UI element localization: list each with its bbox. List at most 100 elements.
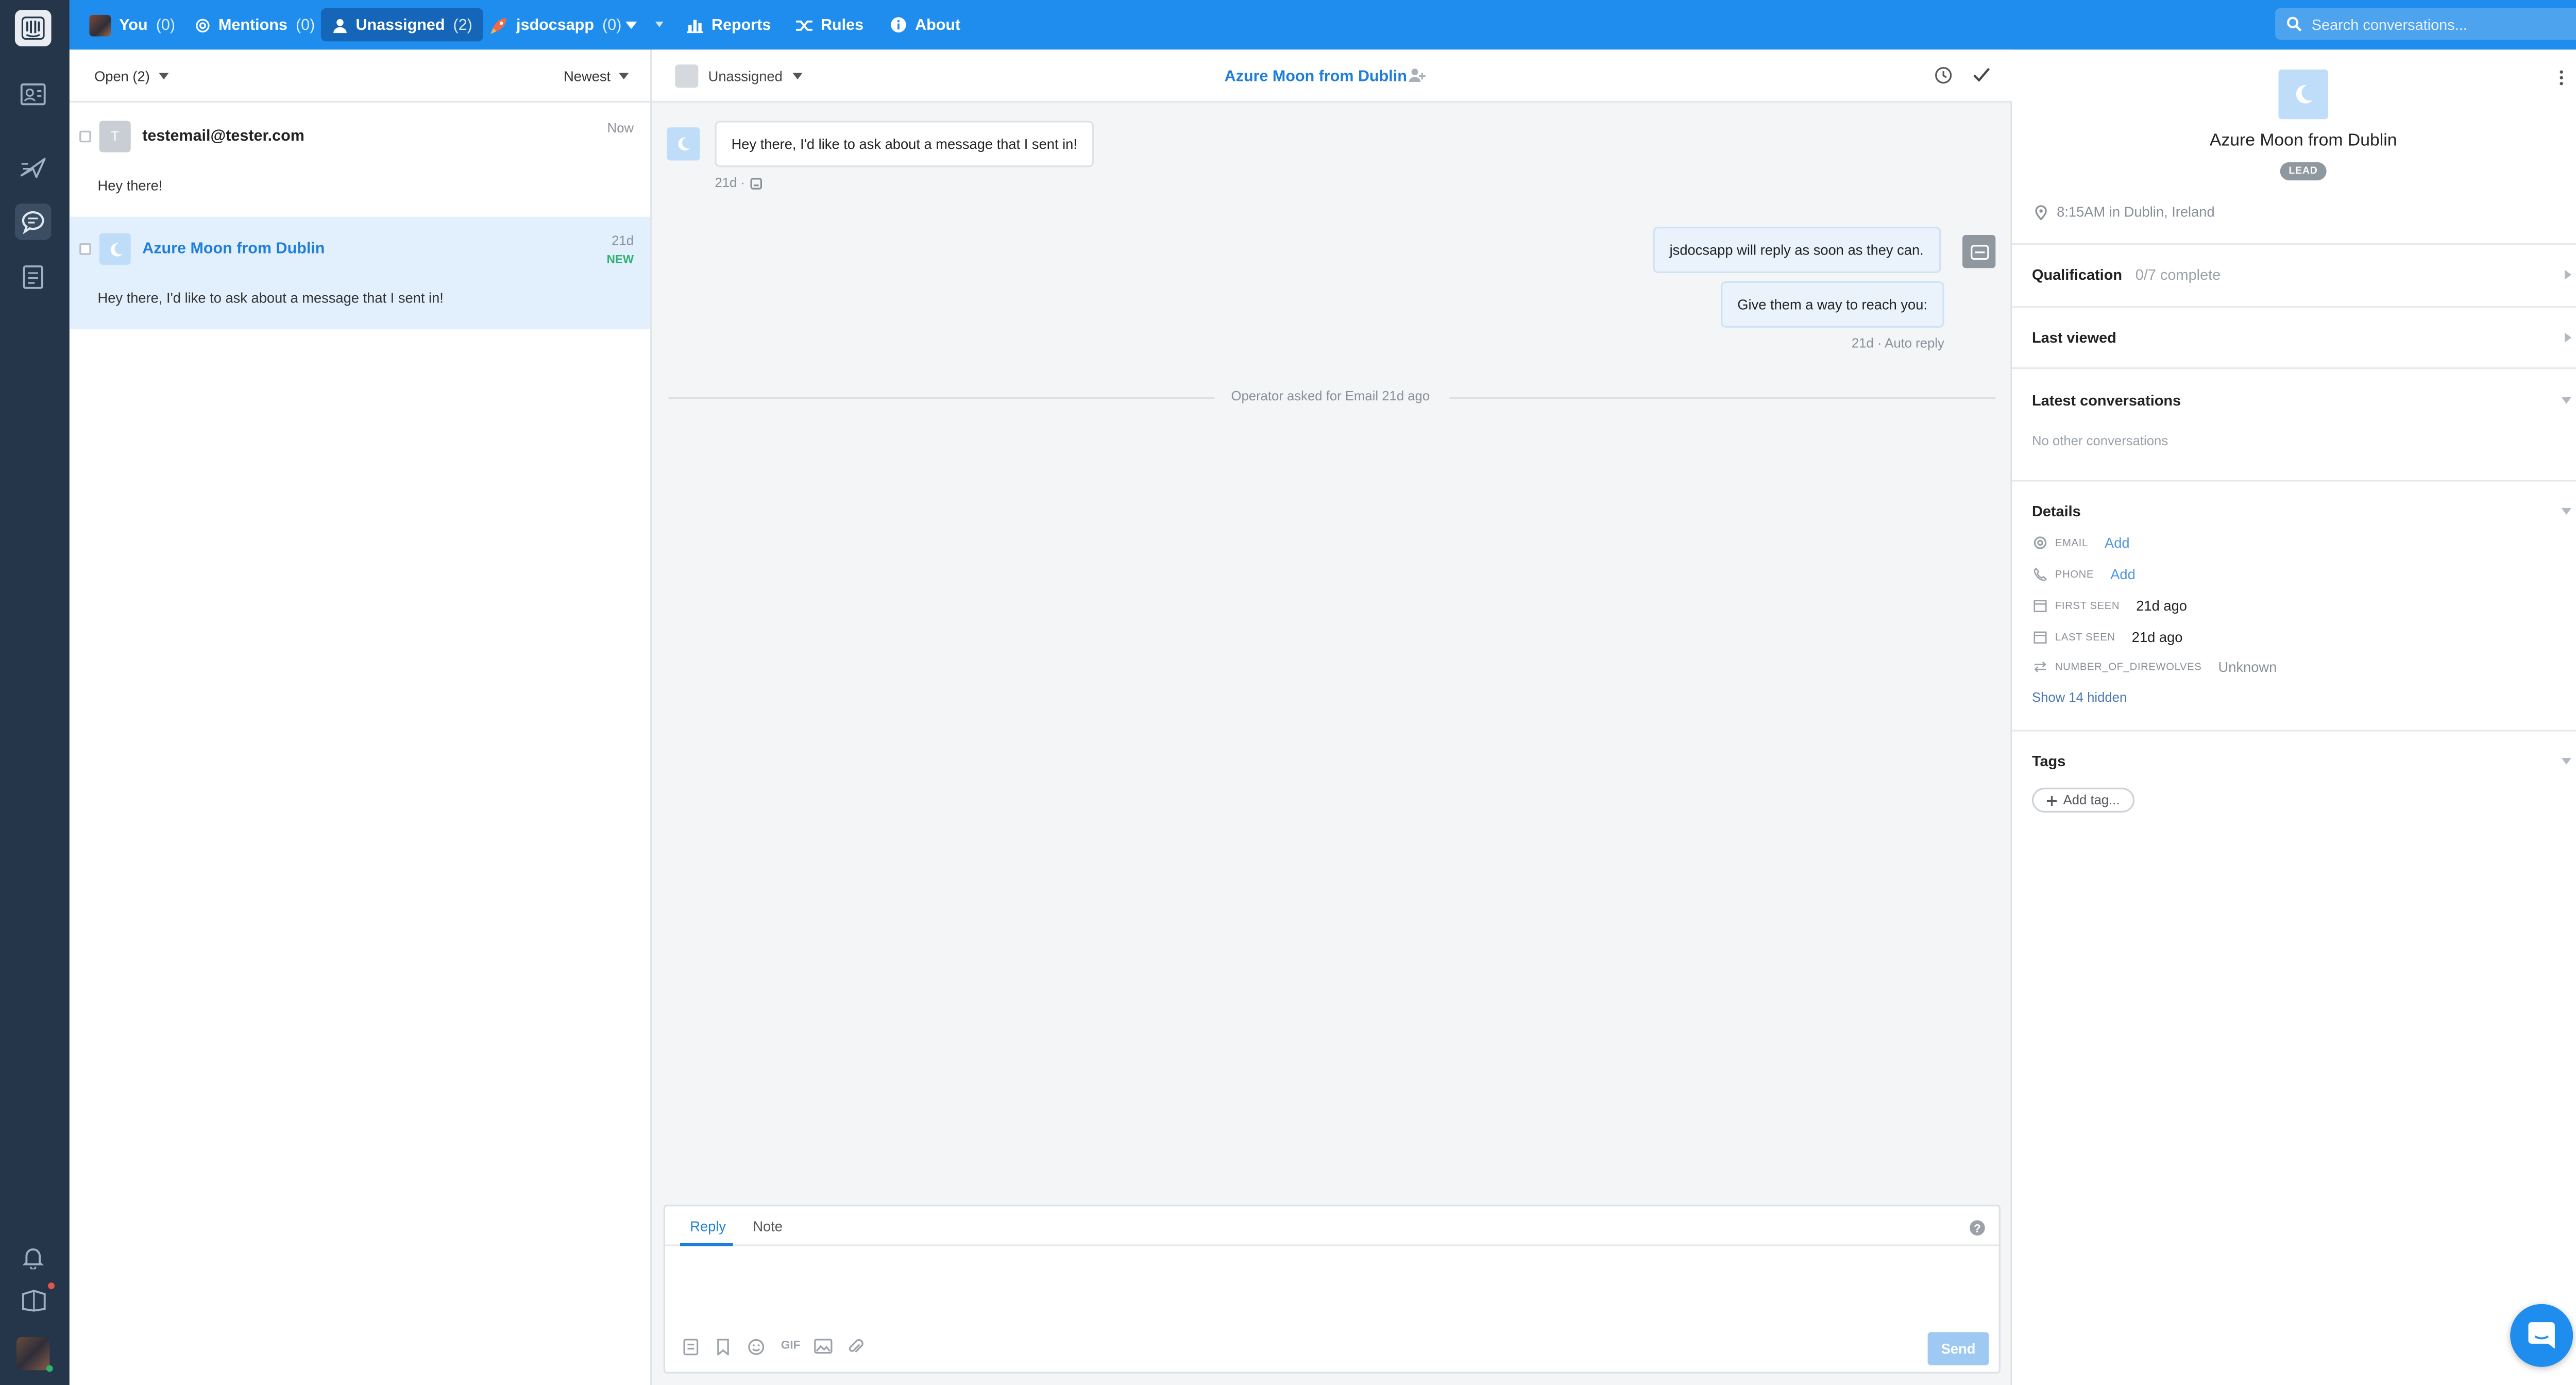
caret-down-icon [792, 73, 803, 80]
whats-new-icon[interactable] [15, 1282, 52, 1319]
expand-arrow-icon[interactable] [2565, 332, 2571, 343]
auto-reply-message: Give them a way to reach you: [1721, 281, 1944, 328]
emoji-icon[interactable] [748, 1339, 765, 1355]
rules-label: Rules [821, 15, 864, 34]
detail-label: EMAIL [2055, 537, 2088, 549]
status-filter-dropdown[interactable]: Open (2) [94, 68, 168, 85]
articles-icon[interactable] [15, 258, 52, 295]
conversation-preview: Hey there! [97, 177, 163, 194]
assignee-dropdown[interactable]: Unassigned [675, 64, 803, 88]
left-rail [0, 0, 70, 1385]
user-location: 8:15AM in Dublin, Ireland [2035, 204, 2215, 220]
show-hidden-attributes-link[interactable]: Show 14 hidden [2032, 690, 2127, 705]
detail-row-phone: PHONE Add [2032, 563, 2136, 586]
tab-you-label: You [119, 15, 148, 34]
divider [2012, 243, 2576, 245]
contacts-icon[interactable] [15, 76, 52, 113]
detail-row-first-seen: FIRST SEEN 21d ago [2032, 594, 2187, 617]
incoming-message: Hey there, I'd like to ask about a messa… [715, 121, 1094, 167]
auto-reply-message: jsdocsapp will reply as soon as they can… [1653, 227, 1940, 273]
tab-unassigned[interactable]: Unassigned (2) [321, 8, 484, 42]
sort-dropdown[interactable]: Newest [564, 68, 629, 85]
help-icon[interactable]: ? [1969, 1220, 1986, 1236]
divider [2012, 480, 2576, 482]
conversation-pane: Unassigned Azure Moon from Dublin Hey th… [652, 49, 2012, 1385]
at-icon [196, 18, 210, 32]
user-profile-panel: Azure Moon from Dublin LEAD 8:15AM in Du… [2012, 49, 2576, 1385]
shuffle-icon [795, 20, 812, 30]
add-email-link[interactable]: Add [2105, 534, 2130, 551]
expand-arrow-icon[interactable] [2565, 269, 2571, 280]
search-input[interactable] [2311, 15, 2560, 32]
reply-textarea[interactable] [679, 1253, 1986, 1325]
about-label: About [915, 15, 961, 34]
article-bookmark-icon[interactable] [717, 1339, 730, 1356]
plus-icon [2046, 795, 2057, 805]
latest-conversations-section-header[interactable]: Latest conversations [2032, 392, 2181, 409]
snooze-clock-icon[interactable] [1934, 66, 1952, 84]
saved-reply-icon[interactable] [683, 1339, 699, 1356]
intercom-logo-icon[interactable] [14, 10, 52, 46]
notifications-icon[interactable] [15, 1240, 52, 1276]
tab-mentions-count: (0) [295, 15, 315, 34]
tab-you[interactable]: You (0) [78, 8, 187, 41]
detail-label: FIRST SEEN [2055, 600, 2120, 612]
incoming-message-meta: 21d · [715, 175, 763, 190]
search-box[interactable] [2275, 8, 2576, 40]
list-item[interactable]: T testemail@tester.com Now Hey there! [70, 104, 650, 216]
status-filter-label: Open (2) [94, 67, 150, 85]
add-participant-icon[interactable] [1408, 68, 1426, 83]
rules-link[interactable]: Rules [784, 8, 875, 41]
image-icon[interactable] [814, 1339, 833, 1354]
last-viewed-section-header[interactable]: Last viewed [2032, 329, 2116, 346]
conversation-title[interactable]: Azure Moon from Dublin [1225, 68, 1407, 86]
list-header: Open (2) Newest [69, 49, 651, 103]
assignee-avatar [675, 64, 699, 88]
detail-label: NUMBER_OF_DIREWOLVES [2055, 661, 2202, 673]
tab-you-count: (0) [156, 15, 176, 34]
select-checkbox[interactable] [79, 130, 91, 143]
gif-button[interactable]: GIF [781, 1340, 800, 1352]
user-avatar[interactable] [16, 1337, 50, 1371]
bot-avatar-icon [1962, 235, 1996, 268]
tab-reply[interactable]: Reply [690, 1218, 726, 1235]
tab-team-jsdocsapp[interactable]: jsdocsapp (0) [478, 8, 633, 41]
svg-text:?: ? [1974, 1222, 1981, 1235]
send-button[interactable]: Send [1927, 1332, 1989, 1365]
detail-value: 21d ago [2131, 629, 2183, 646]
attachment-icon[interactable] [847, 1339, 863, 1355]
qualification-title: Qualification [2031, 266, 2123, 283]
caret-down-icon [158, 73, 168, 80]
reports-link[interactable]: Reports [675, 8, 782, 41]
divider [1449, 397, 1996, 399]
details-section-header[interactable]: Details [2032, 503, 2081, 519]
collapse-arrow-icon[interactable] [2561, 508, 2571, 515]
about-link[interactable]: About [878, 8, 972, 41]
divider [2012, 306, 2576, 308]
teams-dropdown-button[interactable] [619, 8, 643, 41]
select-checkbox[interactable] [79, 243, 91, 255]
tags-section-header[interactable]: Tags [2032, 753, 2065, 769]
phone-icon [2032, 567, 2048, 581]
qualification-section-header[interactable]: Qualification 0/7 complete [2032, 266, 2221, 283]
detail-row-custom-attribute: NUMBER_OF_DIREWOLVES Unknown [2032, 655, 2277, 679]
messenger-launcher-icon[interactable] [2510, 1304, 2573, 1367]
more-dropdown-button[interactable] [652, 8, 667, 41]
calendar-icon [2032, 599, 2048, 613]
add-tag-button[interactable]: Add tag... [2031, 787, 2135, 813]
close-conversation-check-icon[interactable] [1972, 66, 1990, 82]
outbound-icon[interactable] [15, 149, 52, 185]
collapse-arrow-icon[interactable] [2561, 757, 2571, 765]
inbox-icon[interactable] [14, 204, 52, 240]
collapse-arrow-icon[interactable] [2561, 397, 2571, 404]
detail-label: PHONE [2055, 568, 2094, 580]
person-icon [333, 18, 347, 32]
add-phone-link[interactable]: Add [2110, 566, 2136, 582]
list-item-selected[interactable]: Azure Moon from Dublin 21d NEW Hey there… [69, 216, 651, 330]
more-options-icon[interactable] [2558, 70, 2565, 86]
tab-note[interactable]: Note [753, 1218, 783, 1235]
tab-mentions[interactable]: Mentions (0) [183, 8, 326, 41]
qualification-progress: 0/7 complete [2135, 266, 2221, 283]
detail-value[interactable]: Unknown [2218, 658, 2277, 675]
reply-composer: Reply Note ? GIF Send [663, 1205, 2001, 1374]
